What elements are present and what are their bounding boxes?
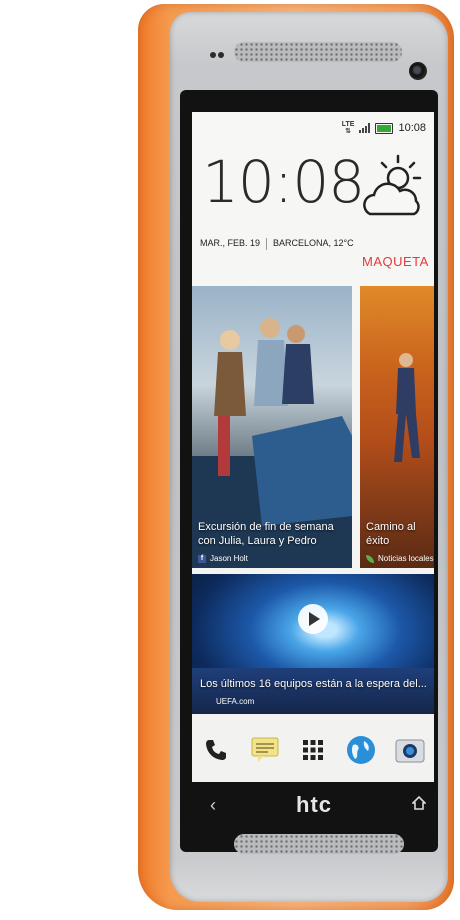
- tile-source: UEFA.com: [216, 697, 255, 706]
- sensor-dot: [218, 52, 224, 58]
- lte-indicator: LTE ⇅: [341, 121, 355, 135]
- front-camera: [409, 62, 427, 80]
- camera-app-icon[interactable]: [395, 735, 425, 765]
- clock-location: BARCELONA, 12°C: [273, 238, 354, 248]
- tile-source: f Jason Holt: [198, 554, 248, 563]
- play-icon[interactable]: [298, 604, 328, 634]
- facebook-icon: f: [198, 554, 206, 563]
- home-screen: LTE ⇅ 10:08 10:08 MAR., FEB. 19 BARCELONA…: [192, 112, 434, 782]
- clock-time[interactable]: 10:08: [202, 148, 365, 216]
- bottom-speaker: [234, 834, 404, 854]
- signal-icon: [359, 123, 371, 133]
- back-icon[interactable]: ‹: [210, 795, 216, 816]
- app-grid-icon[interactable]: [298, 735, 328, 765]
- messages-icon[interactable]: [250, 735, 280, 765]
- brand-logo: htc: [296, 792, 332, 817]
- weather-label: MAQUETA: [362, 254, 429, 269]
- phone-icon[interactable]: [201, 735, 231, 765]
- news-tile-stadium[interactable]: Los últimos 16 equipos están a la espera…: [192, 574, 434, 714]
- stadium-photo: [192, 668, 434, 714]
- clock-date: MAR., FEB. 19: [200, 238, 261, 248]
- tile-source: Noticias locales: [366, 554, 434, 563]
- browser-globe-icon[interactable]: [346, 735, 376, 765]
- partly-cloudy-icon[interactable]: [360, 152, 426, 238]
- earpiece-speaker: [234, 42, 402, 62]
- tile-caption: Excursión de fin de semana con Julia, La…: [198, 521, 334, 547]
- leaf-icon: [366, 554, 374, 563]
- sensor-dot: [210, 52, 216, 58]
- home-icon[interactable]: [411, 795, 427, 815]
- tile-caption: Camino al éxito: [366, 521, 416, 547]
- date-separator: [266, 238, 268, 250]
- battery-icon: [375, 122, 394, 134]
- news-tile-runner[interactable]: Camino al éxito Noticias locales: [360, 286, 434, 568]
- clock-date-line: MAR., FEB. 19 BARCELONA, 12°C: [200, 238, 354, 250]
- status-time: 10:08: [398, 122, 426, 134]
- navigation-bar: ‹ htc: [210, 792, 427, 818]
- news-tile-people[interactable]: Excursión de fin de semana con Julia, La…: [192, 286, 352, 568]
- tile-caption: Los últimos 16 equipos están a la espera…: [200, 678, 427, 690]
- status-bar: LTE ⇅ 10:08: [342, 118, 426, 138]
- app-dock: [192, 718, 434, 782]
